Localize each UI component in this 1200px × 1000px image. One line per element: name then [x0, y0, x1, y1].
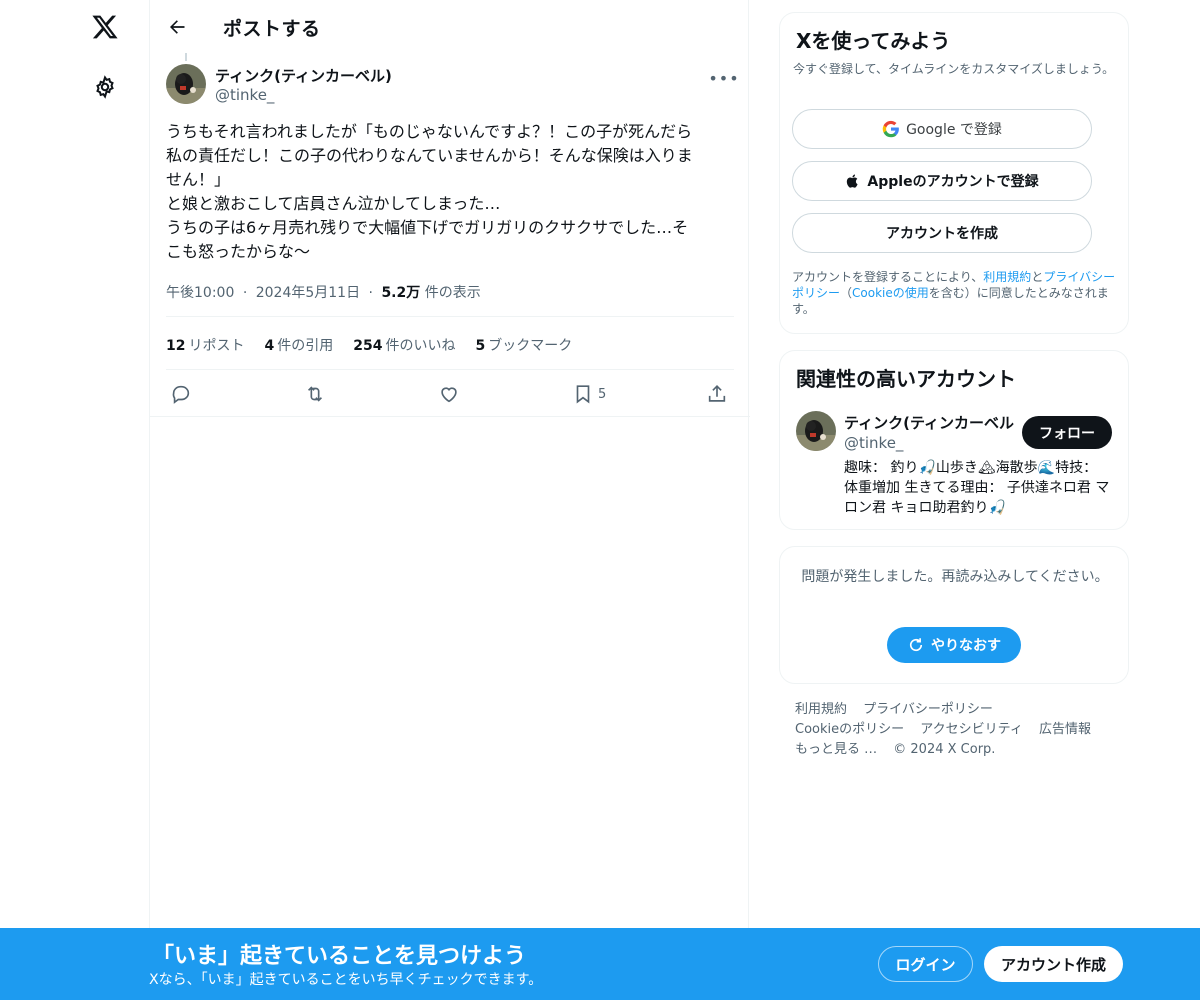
reposts-stat[interactable]: 12 リポスト	[166, 335, 244, 355]
error-card: 問題が発生しました。再読み込みしてください。 やりなおす	[779, 546, 1129, 684]
create-account-button[interactable]: アカウントを作成	[792, 213, 1092, 253]
main-column: ポストする ティンク(ティンカーベル) @tinke_ ••• うちもそれ言われ…	[149, 0, 750, 1000]
page-title: ポストする	[223, 18, 321, 40]
apple-icon	[847, 174, 858, 188]
signup-button[interactable]: アカウント作成	[984, 946, 1123, 982]
footer-accessibility-link[interactable]: アクセシビリティ	[920, 722, 1023, 737]
reposts-count: 12	[166, 338, 186, 354]
views-count: 5.2万	[381, 285, 421, 301]
footer-cookie-link[interactable]: Cookieのポリシー	[795, 722, 904, 737]
retry-button[interactable]: やりなおす	[887, 627, 1021, 663]
bookmark-button[interactable]: 5	[572, 380, 606, 408]
meta-separator: ·	[242, 285, 248, 301]
footer-terms-link[interactable]: 利用規約	[795, 702, 847, 717]
post-time[interactable]: 午後10:00	[166, 285, 234, 301]
quotes-count: 4	[264, 338, 275, 354]
more-options-icon[interactable]: •••	[708, 68, 738, 88]
quotes-label: 件の引用	[277, 338, 334, 354]
repost-icon[interactable]	[304, 380, 326, 408]
footer-privacy-link[interactable]: プライバシーポリシー	[863, 702, 993, 717]
apple-signup-label: Appleのアカウントで登録	[867, 174, 1039, 190]
post-stats: 12 リポスト 4 件の引用 254 件のいいね 5 ブックマーク	[166, 335, 572, 355]
signup-legal: アカウントを登録することにより、利用規約とプライバシーポリシー（Cookieの使…	[792, 269, 1122, 317]
signup-subtitle: 今すぐ登録して、タイムラインをカスタマイズしましょう。	[793, 62, 1115, 76]
google-signup-label: Google で登録	[906, 122, 1002, 138]
error-message: 問題が発生しました。再読み込みしてください。	[801, 569, 1109, 585]
bookmark-icon	[576, 385, 590, 404]
reposts-label: リポスト	[188, 338, 245, 354]
bottom-banner: 「いま」起きていることを見つけよう Xなら、「いま」起きていることをいち早くチェ…	[0, 928, 1200, 1000]
views-label: 件の表示	[424, 285, 481, 301]
signup-card: Xを使ってみよう 今すぐ登録して、タイムラインをカスタマイズしましょう。 Goo…	[779, 12, 1129, 334]
quotes-stat[interactable]: 4 件の引用	[264, 335, 333, 355]
legal-and: と	[1031, 270, 1044, 284]
bookmarks-stat[interactable]: 5 ブックマーク	[475, 335, 572, 355]
google-signup-button[interactable]: Google で登録	[792, 109, 1092, 149]
follow-button[interactable]: フォロー	[1022, 416, 1112, 449]
related-account-bio: 趣味： 釣り🎣山歩き🏔海散歩🌊特技： 体重増加 生きてる理由： 子供達ネロ君 マ…	[844, 460, 1110, 516]
post-text: うちもそれ言われましたが「ものじゃないんですよ？！この子が死んだら 私の責任だし…	[166, 122, 693, 261]
reply-icon[interactable]	[170, 380, 192, 408]
likes-label: 件のいいね	[385, 338, 456, 354]
banner-subtitle: Xなら、「いま」起きていることをいち早くチェックできます。	[149, 972, 543, 988]
likes-stat[interactable]: 254 件のいいね	[353, 335, 455, 355]
apple-signup-button[interactable]: Appleのアカウントで登録	[792, 161, 1092, 201]
post-actions: 5	[166, 380, 736, 408]
create-account-label: アカウントを作成	[886, 226, 998, 242]
gear-icon[interactable]	[91, 73, 119, 101]
divider	[166, 316, 734, 317]
legal-paren: （	[840, 286, 853, 300]
top-bar: ポストする	[150, 0, 750, 53]
share-icon[interactable]	[706, 380, 728, 408]
login-button[interactable]: ログイン	[878, 946, 973, 982]
related-account-handle[interactable]: @tinke_	[844, 434, 903, 452]
post-meta: 午後10:00 · 2024年5月11日 · 5.2万 件の表示	[166, 282, 481, 302]
footer-copyright: © 2024 X Corp.	[893, 742, 996, 757]
divider	[166, 369, 734, 370]
bookmarks-count: 5	[475, 338, 486, 354]
like-icon[interactable]	[438, 380, 460, 408]
left-nav	[0, 0, 150, 1000]
signup-title: Xを使ってみよう	[796, 29, 951, 53]
related-title: 関連性の高いアカウント	[796, 367, 1016, 391]
meta-separator: ·	[368, 285, 373, 301]
avatar[interactable]	[166, 64, 206, 104]
legal-prefix: アカウントを登録することにより、	[792, 270, 984, 284]
divider	[150, 416, 750, 417]
banner-title: 「いま」起きていることを見つけよう	[152, 944, 527, 969]
refresh-icon	[909, 638, 923, 652]
related-account-name[interactable]: ティンク(ティンカーベル	[844, 412, 1014, 433]
footer-links: 利用規約 プライバシーポリシー Cookieのポリシー アクセシビリティ 広告情…	[795, 700, 1125, 760]
bookmark-count: 5	[598, 386, 607, 402]
footer-ads-link[interactable]: 広告情報	[1039, 722, 1091, 737]
cookie-link[interactable]: Cookieの使用	[852, 286, 929, 300]
x-logo-icon[interactable]	[88, 10, 122, 44]
bookmarks-label: ブックマーク	[488, 338, 573, 354]
retry-label: やりなおす	[931, 638, 1001, 654]
author-name[interactable]: ティンク(ティンカーベル)	[215, 65, 392, 86]
likes-count: 254	[353, 338, 383, 354]
google-icon	[882, 120, 899, 138]
footer-more-link[interactable]: もっと見る …	[795, 742, 877, 757]
terms-link[interactable]: 利用規約	[983, 270, 1031, 284]
back-arrow-icon[interactable]	[164, 14, 190, 40]
avatar[interactable]	[796, 411, 836, 451]
author-handle[interactable]: @tinke_	[215, 86, 274, 104]
related-accounts-card: 関連性の高いアカウント ティンク(ティンカーベル @tinke_ フォロー 趣味…	[779, 350, 1129, 530]
thread-line	[185, 53, 187, 61]
post-date[interactable]: 2024年5月11日	[256, 285, 360, 301]
